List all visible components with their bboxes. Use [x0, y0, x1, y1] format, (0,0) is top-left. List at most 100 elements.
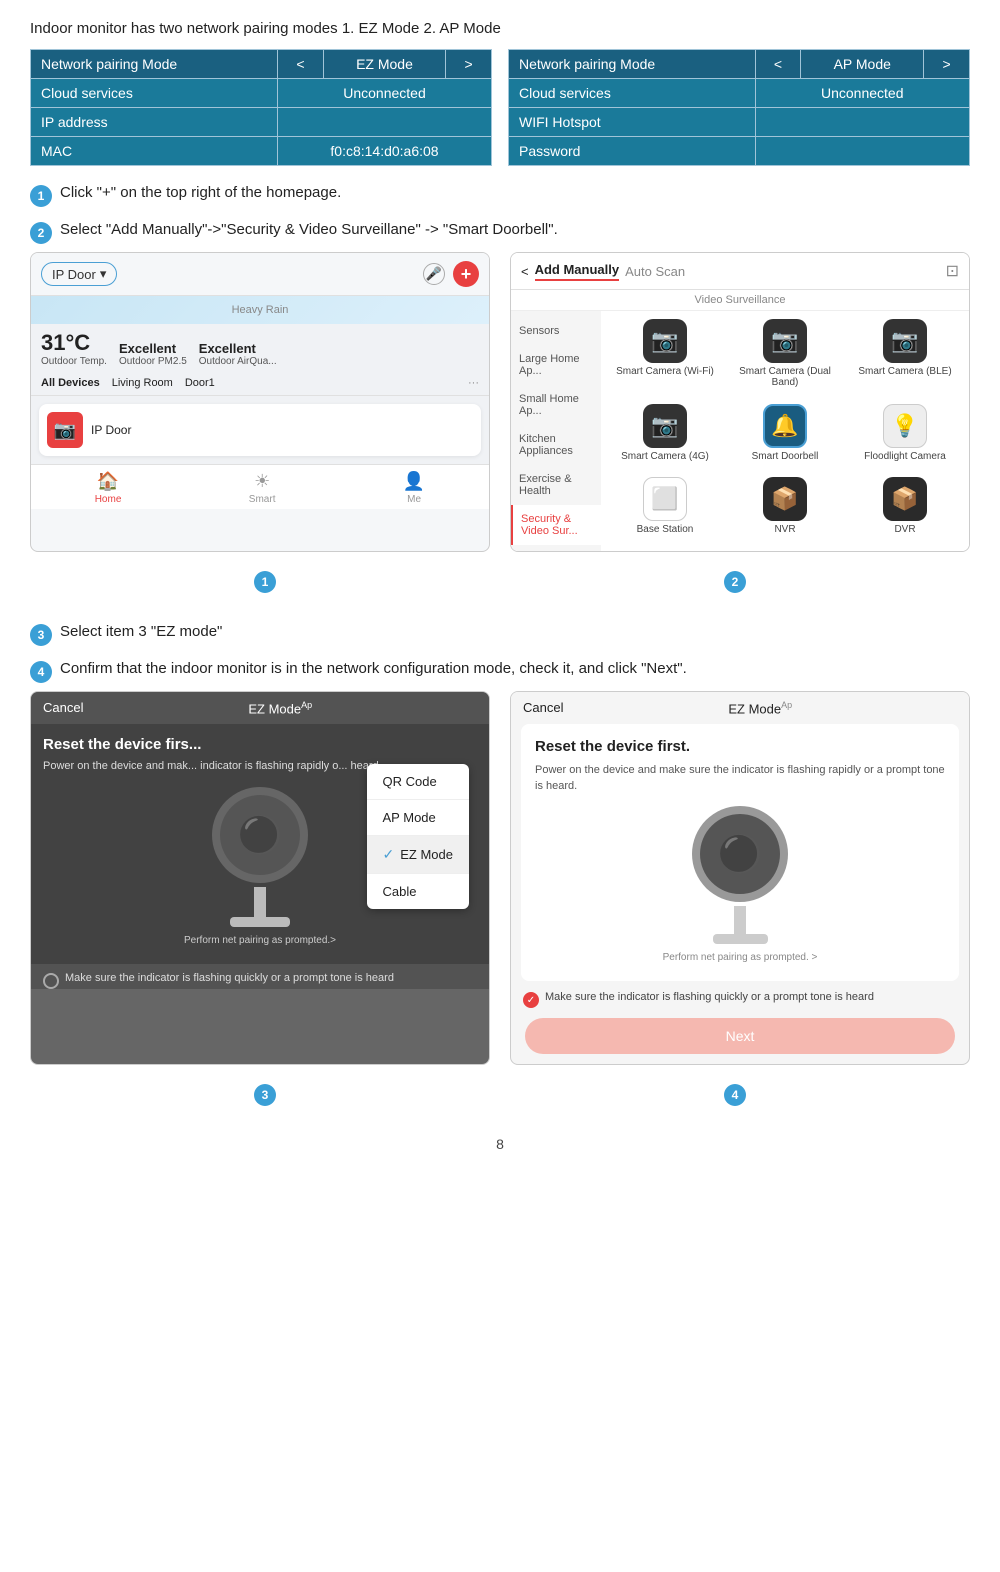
app-screenshots: IP Door ▾ 🎤 + Heavy Rain 31°C Outdoor Te…	[30, 252, 970, 552]
smart-camera-4g-label: Smart Camera (4G)	[621, 451, 709, 462]
ez-mode-label: Network pairing Mode	[31, 50, 278, 79]
screenshots-row1: IP Door ▾ 🎤 + Heavy Rain 31°C Outdoor Te…	[30, 252, 970, 593]
step3-circle: 3	[30, 624, 52, 646]
step2-label: 2 Select "Add Manually"->"Security & Vid…	[30, 221, 970, 244]
app-title-pill[interactable]: IP Door ▾	[41, 262, 117, 286]
perform-link-4[interactable]: Perform net pairing as prompted. >	[535, 952, 945, 963]
weather-label: Heavy Rain	[232, 304, 289, 316]
ap-mode-nav-left[interactable]: <	[755, 50, 801, 79]
modal-screenshots: Cancel EZ ModeAp Reset the device firs..…	[30, 691, 970, 1065]
add-plus-button[interactable]: +	[453, 261, 479, 287]
camera-icon-4: ⚫	[718, 833, 763, 875]
cat-small-home[interactable]: Small Home Ap...	[511, 385, 601, 425]
step1-text: Click "+" on the top right of the homepa…	[60, 184, 341, 201]
device-card[interactable]: 📷 IP Door	[39, 404, 481, 456]
cloud-services-label-ap: Cloud services	[509, 79, 756, 108]
app-header: IP Door ▾ 🎤 +	[31, 253, 489, 296]
dev-dvr[interactable]: 📦 DVR	[849, 477, 961, 543]
mic-icon[interactable]: 🎤	[423, 263, 445, 285]
tab-auto-scan[interactable]: Auto Scan	[625, 264, 685, 279]
app-title: IP Door	[52, 267, 96, 282]
tab-add-manually[interactable]: Add Manually	[535, 262, 620, 281]
scan-icon[interactable]: ⊡	[946, 261, 959, 281]
network-tables: Network pairing Mode < EZ Mode > Cloud s…	[30, 49, 970, 166]
step1-circle: 1	[30, 185, 52, 207]
weather-bar: Heavy Rain	[31, 296, 489, 324]
floodlight-label: Floodlight Camera	[864, 451, 946, 462]
dev-smart-doorbell[interactable]: 🔔 Smart Doorbell	[729, 404, 841, 470]
ez-mode-nav-left[interactable]: <	[277, 50, 323, 79]
smart-camera-dual-label: Smart Camera (Dual Band)	[729, 366, 841, 388]
cat-large-home[interactable]: Large Home Ap...	[511, 345, 601, 385]
mode-cable[interactable]: Cable	[367, 874, 469, 909]
ez-mode-table: Network pairing Mode < EZ Mode > Cloud s…	[30, 49, 492, 166]
dev-smart-camera-ble[interactable]: 📷 Smart Camera (BLE)	[849, 319, 961, 396]
dev-base-station[interactable]: ⬜ Base Station	[609, 477, 721, 543]
mode-dropdown: QR Code AP Mode ✓ EZ Mode Cable	[367, 764, 469, 909]
temp-label: Outdoor Temp.	[41, 356, 107, 367]
tabs-more[interactable]: ···	[468, 377, 479, 389]
mode-ez-mode[interactable]: ✓ EZ Mode	[367, 836, 469, 874]
ip-address-label: IP address	[31, 108, 278, 137]
dvr-label: DVR	[894, 524, 915, 535]
ip-address-value	[277, 108, 491, 137]
dvr-icon: 📦	[883, 477, 927, 521]
temperature-block: 31°C Outdoor Temp.	[41, 330, 107, 367]
app2-content: Sensors Large Home Ap... Small Home Ap..…	[511, 311, 969, 551]
tab-door1[interactable]: Door1	[185, 377, 215, 389]
category-list: Sensors Large Home Ap... Small Home Ap..…	[511, 311, 601, 551]
dev-smart-camera-4g[interactable]: 📷 Smart Camera (4G)	[609, 404, 721, 470]
back-button[interactable]: <	[521, 264, 529, 279]
camera-base-4	[713, 934, 768, 944]
modal4-cancel[interactable]: Cancel	[523, 700, 563, 716]
cat-security-video[interactable]: Security & Video Sur...	[511, 505, 601, 545]
cat-exercise[interactable]: Exercise & Health	[511, 465, 601, 505]
dev-smart-camera-wifi[interactable]: 📷 Smart Camera (Wi-Fi)	[609, 319, 721, 396]
checkbox-4-checked[interactable]: ✓	[523, 992, 539, 1008]
tab-living-room[interactable]: Living Room	[112, 377, 173, 389]
mode-ap-mode[interactable]: AP Mode	[367, 800, 469, 836]
wifi-hotspot-label: WIFI Hotspot	[509, 108, 756, 137]
nav-home[interactable]: 🏠 Home	[95, 471, 122, 505]
modal3-title: EZ ModeAp	[248, 700, 312, 716]
cat-sensors[interactable]: Sensors	[511, 317, 601, 345]
modal4-content: Cancel EZ ModeAp Reset the device first.…	[511, 692, 969, 1054]
step2-text: Select "Add Manually"->"Security & Video…	[60, 221, 558, 238]
ap-mode-nav-right[interactable]: >	[924, 50, 970, 79]
camera-stand	[254, 887, 266, 917]
smart-camera-4g-icon: 📷	[643, 404, 687, 448]
page-number: 8	[30, 1136, 970, 1152]
modal3-cancel[interactable]: Cancel	[43, 700, 83, 716]
prompt-text-3[interactable]: Perform net pairing as prompted.>	[43, 935, 477, 946]
camera-stand-4	[734, 906, 746, 934]
dev-nvr[interactable]: 📦 NVR	[729, 477, 841, 543]
camera-visual-4: ⚫	[535, 802, 945, 944]
pm-value: Excellent	[119, 341, 187, 356]
modal3-header: Cancel EZ ModeAp	[31, 692, 489, 724]
modal3-heading: Reset the device firs...	[43, 736, 477, 753]
next-button[interactable]: Next	[525, 1018, 955, 1054]
ez-mode-nav-right[interactable]: >	[446, 50, 492, 79]
air-value: Excellent	[199, 341, 277, 356]
app-screen2: < Add Manually Auto Scan ⊡ Video Surveil…	[510, 252, 970, 552]
device-tabs: All Devices Living Room Door1 ···	[31, 371, 489, 396]
step-badges-row2: 3 4	[30, 1083, 970, 1106]
cat-kitchen[interactable]: Kitchen Appliances	[511, 425, 601, 465]
nav-me[interactable]: 👤 Me	[403, 471, 425, 505]
smart-camera-ble-label: Smart Camera (BLE)	[858, 366, 951, 377]
step4-label: 4 Confirm that the indoor monitor is in …	[30, 660, 970, 683]
step-badge-3: 3	[254, 1084, 276, 1106]
smart-camera-wifi-label: Smart Camera (Wi-Fi)	[616, 366, 714, 377]
checkbox-3[interactable]	[43, 973, 59, 989]
temperature-value: 31°C	[41, 330, 107, 356]
dev-smart-camera-dual[interactable]: 📷 Smart Camera (Dual Band)	[729, 319, 841, 396]
mode-qr-code[interactable]: QR Code	[367, 764, 469, 800]
nav-smart[interactable]: ☀ Smart	[249, 471, 276, 505]
me-icon: 👤	[403, 471, 425, 492]
password-value	[755, 137, 969, 166]
modal4-heading: Reset the device first.	[535, 738, 945, 755]
video-surveillance-label: Video Surveillance	[511, 290, 969, 311]
app-screen2-content: < Add Manually Auto Scan ⊡ Video Surveil…	[511, 253, 969, 551]
dev-floodlight[interactable]: 💡 Floodlight Camera	[849, 404, 961, 470]
tab-all-devices[interactable]: All Devices	[41, 377, 100, 389]
